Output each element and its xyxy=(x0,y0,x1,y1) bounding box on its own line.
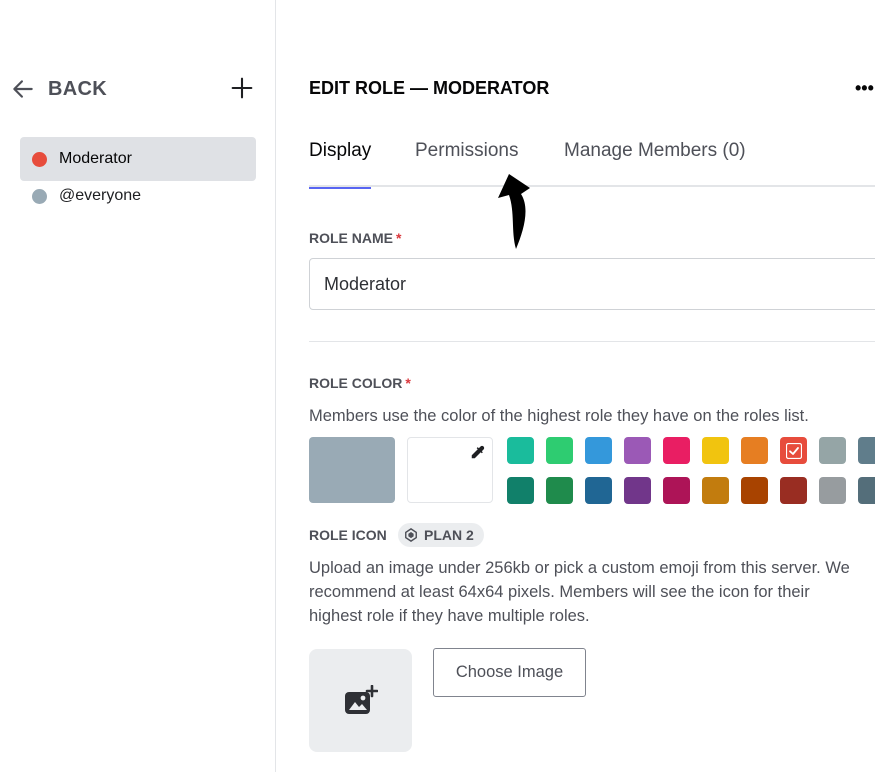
plus-icon[interactable] xyxy=(228,74,256,102)
color-swatch[interactable] xyxy=(585,477,612,504)
color-swatch[interactable] xyxy=(858,477,875,504)
image-add-icon xyxy=(344,684,378,714)
checkmark-icon xyxy=(785,442,802,459)
color-swatch[interactable] xyxy=(780,477,807,504)
color-swatch[interactable] xyxy=(741,477,768,504)
tab-bar: Display Permissions Manage Members (0) xyxy=(309,140,875,189)
default-color-swatch[interactable] xyxy=(309,437,395,503)
color-swatch[interactable] xyxy=(624,477,651,504)
required-mark: * xyxy=(405,375,411,391)
color-swatch[interactable] xyxy=(819,437,846,464)
color-swatch[interactable] xyxy=(507,437,534,464)
color-swatch[interactable] xyxy=(546,437,573,464)
edit-role-panel: EDIT ROLE — MODERATOR ••• Display Permis… xyxy=(309,0,875,772)
role-icon-description: Upload an image under 256kb or pick a cu… xyxy=(309,556,875,628)
description-line: Upload an image under 256kb or pick a cu… xyxy=(309,559,850,577)
choose-image-button[interactable]: Choose Image xyxy=(433,648,586,697)
role-list: Moderator @everyone xyxy=(20,137,256,211)
description-line: recommend at least 64x64 pixels. Members… xyxy=(309,583,810,601)
role-item-everyone[interactable]: @everyone xyxy=(20,181,256,211)
custom-color-picker[interactable] xyxy=(407,437,493,503)
color-swatch[interactable] xyxy=(741,437,768,464)
role-name-input[interactable] xyxy=(309,258,875,310)
color-swatch[interactable] xyxy=(624,437,651,464)
role-color-dot xyxy=(32,188,47,204)
color-swatch[interactable] xyxy=(780,437,807,464)
plan-badge: PLAN 2 xyxy=(398,523,484,547)
color-swatch[interactable] xyxy=(819,477,846,504)
back-button[interactable]: BACK xyxy=(10,76,107,102)
color-swatch[interactable] xyxy=(663,477,690,504)
role-color-description: Members use the color of the highest rol… xyxy=(309,407,809,425)
back-label: BACK xyxy=(48,77,107,100)
color-swatch[interactable] xyxy=(507,477,534,504)
role-name-label-text: ROLE NAME xyxy=(309,230,393,246)
role-item-label: @everyone xyxy=(59,187,142,204)
more-options-button[interactable]: ••• xyxy=(855,78,874,99)
plan-badge-label: PLAN 2 xyxy=(424,527,474,543)
tab-display[interactable]: Display xyxy=(309,140,372,189)
color-swatch[interactable] xyxy=(702,477,729,504)
role-color-dot xyxy=(32,151,47,167)
arrow-left-icon xyxy=(13,80,33,98)
color-swatch[interactable] xyxy=(585,437,612,464)
color-swatch[interactable] xyxy=(546,477,573,504)
required-mark: * xyxy=(396,230,402,246)
tab-manage-members[interactable]: Manage Members (0) xyxy=(564,140,746,187)
divider xyxy=(309,341,875,342)
color-swatch[interactable] xyxy=(858,437,875,464)
description-line: highest role if they have multiple roles… xyxy=(309,607,590,625)
page-title: EDIT ROLE — MODERATOR xyxy=(309,78,550,98)
color-swatch[interactable] xyxy=(702,437,729,464)
boost-gem-icon xyxy=(405,528,417,542)
eyedropper-icon xyxy=(471,445,485,459)
role-item-moderator[interactable]: Moderator xyxy=(20,137,256,181)
sidebar: BACK Moderator @everyone xyxy=(0,0,276,772)
role-color-label: ROLE COLOR * xyxy=(309,375,411,391)
role-name-label: ROLE NAME * xyxy=(309,230,401,246)
role-color-label-text: ROLE COLOR xyxy=(309,375,403,391)
role-icon-label: ROLE ICON xyxy=(309,527,387,543)
color-swatch[interactable] xyxy=(663,437,690,464)
role-icon-upload[interactable] xyxy=(309,649,412,752)
curved-arrow-annotation xyxy=(498,174,530,249)
role-item-label: Moderator xyxy=(59,150,132,167)
